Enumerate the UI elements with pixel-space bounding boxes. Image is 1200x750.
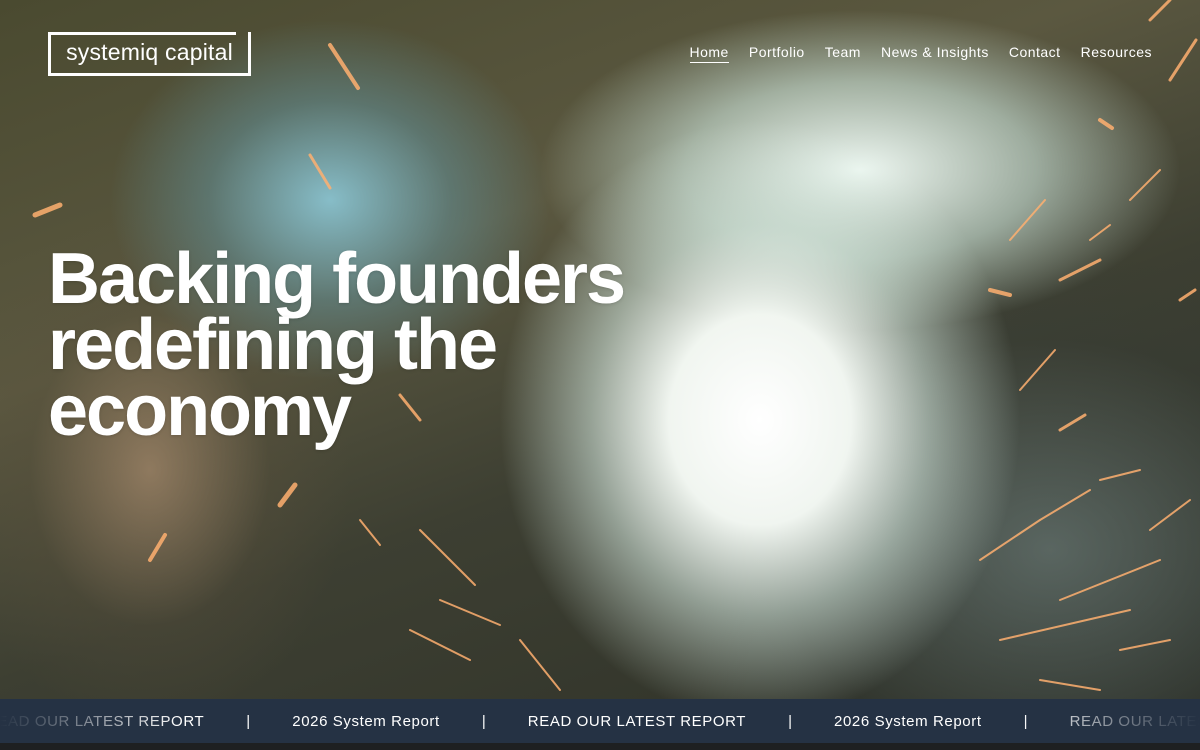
nav-item-contact[interactable]: Contact (1009, 44, 1061, 63)
nav-item-team[interactable]: Team (825, 44, 861, 63)
ticker-item[interactable]: 2026 System Report (292, 713, 440, 730)
ticker-item[interactable]: READ OUR LATEST REPORT (1070, 713, 1200, 730)
ticker-separator: | (1023, 712, 1028, 730)
ticker-track: READ OUR LATEST REPORT | 2026 System Rep… (0, 699, 1200, 743)
nav-item-portfolio[interactable]: Portfolio (749, 44, 805, 63)
ticker-item[interactable]: 2026 System Report (834, 713, 982, 730)
hero-headline-line: economy (48, 371, 352, 451)
report-ticker-banner[interactable]: READ OUR LATEST REPORT | 2026 System Rep… (0, 699, 1200, 743)
main-navigation: Home Portfolio Team News & Insights Cont… (689, 44, 1153, 63)
brand-logo[interactable]: systemiq capital (48, 32, 251, 76)
ticker-separator: | (481, 712, 486, 730)
ticker-separator: | (246, 712, 251, 730)
nav-item-resources[interactable]: Resources (1081, 44, 1152, 63)
nav-item-news-insights[interactable]: News & Insights (881, 44, 989, 63)
hero-headline-line: redefining the (48, 305, 498, 385)
hero-headline: Backing founders redefining the economy (48, 239, 688, 451)
ticker-separator: | (788, 712, 792, 730)
footer-strip (0, 743, 1200, 750)
hero-headline-line: Backing founders (48, 239, 626, 319)
ticker-item[interactable]: READ OUR LATEST REPORT (0, 713, 204, 730)
nav-item-home[interactable]: Home (689, 44, 729, 63)
brand-logo-text: systemiq capital (66, 39, 233, 65)
ticker-item[interactable]: READ OUR LATEST REPORT (528, 713, 746, 730)
